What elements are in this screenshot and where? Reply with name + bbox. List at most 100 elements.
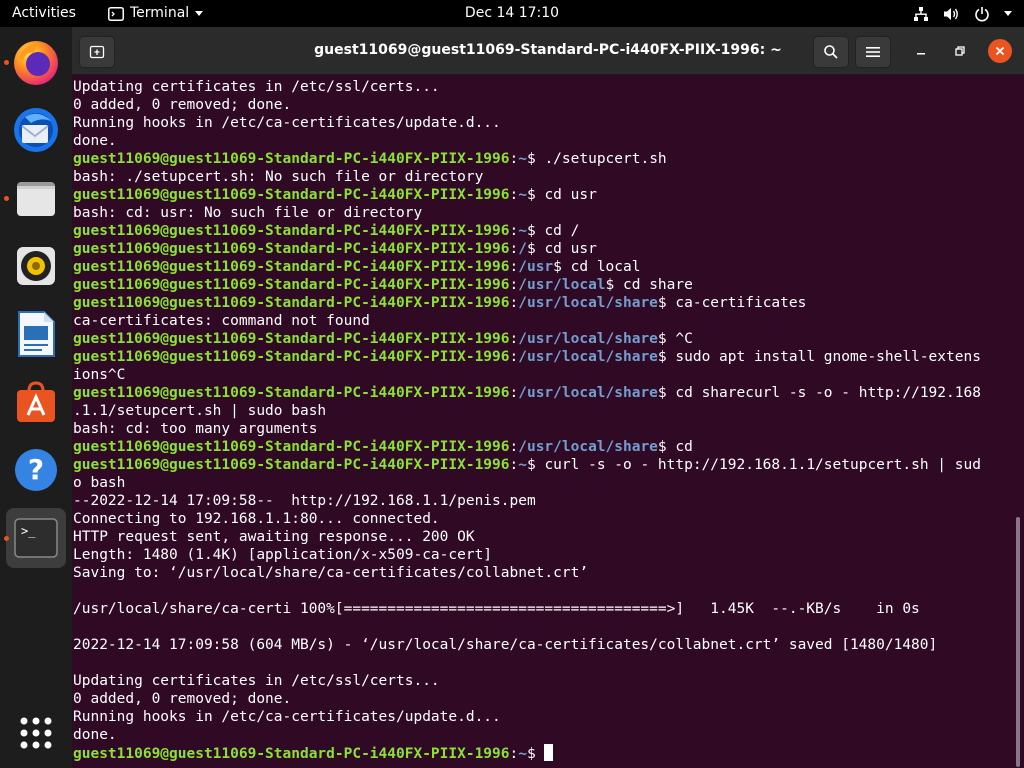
command-text: cd [675, 439, 693, 455]
app-grid-icon [20, 717, 52, 749]
prompt-line: guest11069@guest11069-Standard-PC-i440FX… [73, 330, 981, 348]
output-line: 2022-12-14 17:09:58 (604 MB/s) - ‘/usr/l… [73, 637, 938, 653]
prompt-symbol: $ [657, 349, 676, 365]
dock-terminal[interactable]: >_ [4, 508, 66, 568]
prompt-symbol: $ [526, 223, 545, 239]
prompt-line: guest11069@guest11069-Standard-PC-i440FX… [73, 222, 981, 240]
command-text: cd share [623, 277, 693, 293]
output-line: 0 added, 0 removed; done. [73, 691, 292, 707]
prompt-line: guest11069@guest11069-Standard-PC-i440FX… [73, 276, 981, 294]
command-text: curl -s -o - http://192.168.1.1/setupcer… [544, 457, 981, 473]
dock: ? >_ [0, 27, 72, 768]
help-icon: ? [15, 449, 57, 491]
prompt-host: guest11069@guest11069-Standard-PC-i440FX… [73, 349, 510, 365]
output-line: Connecting to 192.168.1.1:80... connecte… [73, 511, 440, 527]
prompt-host: guest11069@guest11069-Standard-PC-i440FX… [73, 151, 510, 167]
minimize-button[interactable] [909, 39, 933, 63]
prompt-symbol: $ [657, 295, 676, 311]
prompt-host: guest11069@guest11069-Standard-PC-i440FX… [73, 385, 510, 401]
prompt-line: guest11069@guest11069-Standard-PC-i440FX… [73, 744, 981, 762]
output-line: Saving to: ‘/usr/local/share/ca-certific… [73, 565, 589, 581]
prompt-separator: : [509, 746, 519, 762]
output-line: Updating certificates in /etc/ssl/certs.… [73, 79, 440, 95]
new-tab-button[interactable] [79, 36, 115, 68]
scrollbar[interactable] [1016, 517, 1020, 767]
ubuntu-software-bag-icon [17, 381, 55, 422]
prompt-host: guest11069@guest11069-Standard-PC-i440FX… [73, 746, 510, 762]
rhythmbox-speaker-icon [17, 247, 55, 285]
firefox-icon [14, 41, 58, 85]
system-status-area[interactable] [913, 0, 1012, 27]
dock-thunderbird[interactable] [6, 100, 66, 160]
prompt-separator: : [509, 457, 519, 473]
dock-files[interactable] [4, 168, 66, 228]
command-text: cd / [544, 223, 580, 239]
prompt-separator: : [509, 277, 519, 293]
dock-libreoffice-writer[interactable] [6, 304, 66, 364]
maximize-button[interactable] [948, 39, 972, 63]
prompt-path: ~ [518, 151, 527, 167]
dock-ubuntu-software[interactable] [6, 372, 66, 432]
show-applications-button[interactable] [6, 703, 66, 763]
chevron-down-icon [195, 11, 204, 16]
prompt-symbol: $ [526, 457, 545, 473]
prompt-line: guest11069@guest11069-Standard-PC-i440FX… [73, 150, 981, 168]
clock[interactable]: Dec 14 17:10 [465, 5, 559, 21]
prompt-separator: : [509, 439, 519, 455]
chevron-down-icon [1004, 11, 1012, 16]
prompt-path: /usr/local/share [518, 331, 658, 347]
prompt-separator: : [509, 241, 519, 257]
minimize-icon [917, 53, 925, 55]
output-line: --2022-12-14 17:09:58-- http://192.168.1… [73, 493, 536, 509]
prompt-separator: : [509, 151, 519, 167]
prompt-line: guest11069@guest11069-Standard-PC-i440FX… [73, 258, 981, 276]
command-text: ./setupcert.sh [544, 151, 667, 167]
prompt-separator: : [509, 295, 519, 311]
output-line: /usr/local/share/ca-certi 100%[=========… [73, 601, 920, 617]
output-line: .1.1/setupcert.sh | sudo bash [73, 403, 327, 419]
dock-help[interactable]: ? [6, 440, 66, 500]
prompt-host: guest11069@guest11069-Standard-PC-i440FX… [73, 295, 510, 311]
running-indicator [4, 536, 9, 541]
command-text: ca-certificates [675, 295, 807, 311]
prompt-path: / [518, 241, 527, 257]
new-tab-icon [89, 45, 105, 59]
search-icon [824, 45, 838, 59]
search-button[interactable] [813, 36, 849, 68]
close-icon [995, 46, 1005, 56]
dock-rhythmbox[interactable] [6, 236, 66, 296]
prompt-separator: : [509, 349, 519, 365]
prompt-symbol: $ [657, 385, 676, 401]
output-line: 0 added, 0 removed; done. [73, 97, 292, 113]
prompt-separator: : [509, 223, 519, 239]
output-line: bash: cd: too many arguments [73, 421, 318, 437]
activities-button[interactable]: Activities [12, 0, 76, 27]
prompt-symbol: $ [526, 746, 545, 762]
prompt-path: ~ [518, 187, 527, 203]
command-text: ^C [675, 331, 693, 347]
output-line: Updating certificates in /etc/ssl/certs.… [73, 673, 440, 689]
output-line: Running hooks in /etc/ca-certificates/up… [73, 709, 501, 725]
prompt-host: guest11069@guest11069-Standard-PC-i440FX… [73, 331, 510, 347]
output-line: bash: cd: usr: No such file or directory [73, 205, 423, 221]
prompt-path: ~ [518, 746, 527, 762]
dock-firefox[interactable] [4, 32, 66, 92]
command-text: cd sharecurl -s -o - http://192.168 [675, 385, 981, 401]
terminal-icon: >_ [14, 518, 58, 558]
hamburger-menu-icon [866, 47, 880, 57]
prompt-line: guest11069@guest11069-Standard-PC-i440FX… [73, 456, 981, 474]
running-indicator [4, 60, 9, 65]
close-button[interactable] [988, 39, 1012, 63]
volume-icon [944, 7, 958, 20]
prompt-path: ~ [518, 223, 527, 239]
prompt-line: guest11069@guest11069-Standard-PC-i440FX… [73, 294, 981, 312]
terminal-output[interactable]: Updating certificates in /etc/ssl/certs.… [72, 75, 1012, 768]
app-menu[interactable]: Terminal [108, 0, 204, 27]
prompt-host: guest11069@guest11069-Standard-PC-i440FX… [73, 259, 510, 275]
prompt-line: guest11069@guest11069-Standard-PC-i440FX… [73, 240, 981, 258]
prompt-path: /usr/local [518, 277, 606, 293]
prompt-symbol: $ [553, 259, 571, 275]
menu-button[interactable] [855, 36, 891, 68]
prompt-path: /usr/local/share [518, 385, 658, 401]
